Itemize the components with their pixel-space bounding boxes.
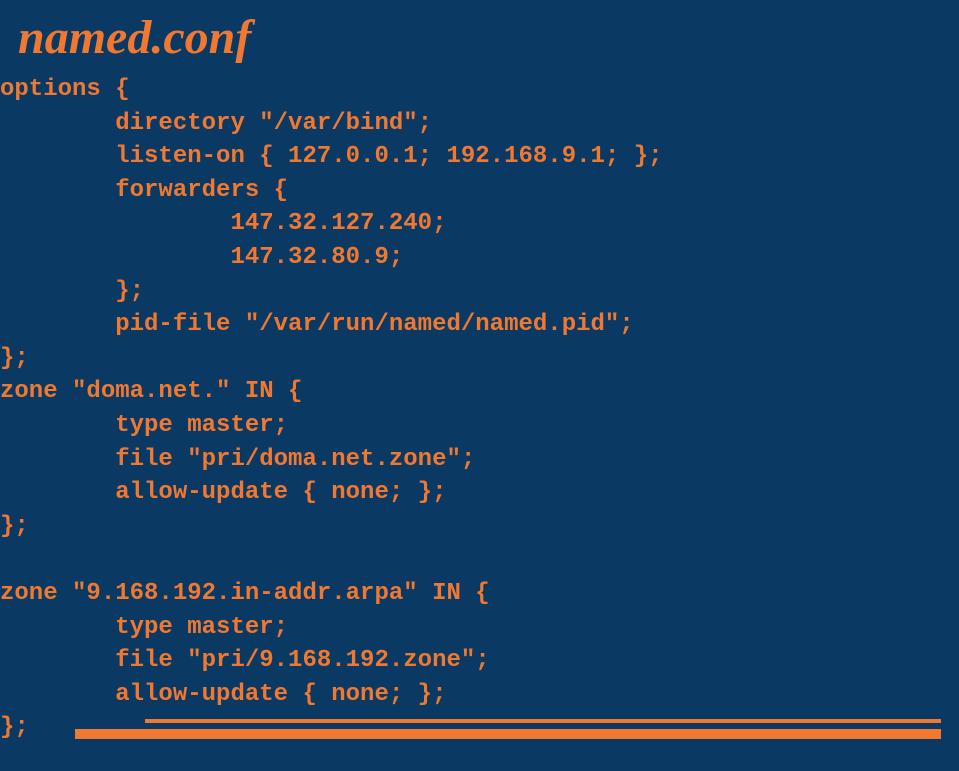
slide-title: named.conf [0, 0, 959, 65]
footer-divider [75, 719, 941, 739]
code-block: options { directory "/var/bind"; listen-… [0, 73, 959, 745]
divider-thin [145, 719, 941, 723]
divider-thick [75, 729, 941, 739]
